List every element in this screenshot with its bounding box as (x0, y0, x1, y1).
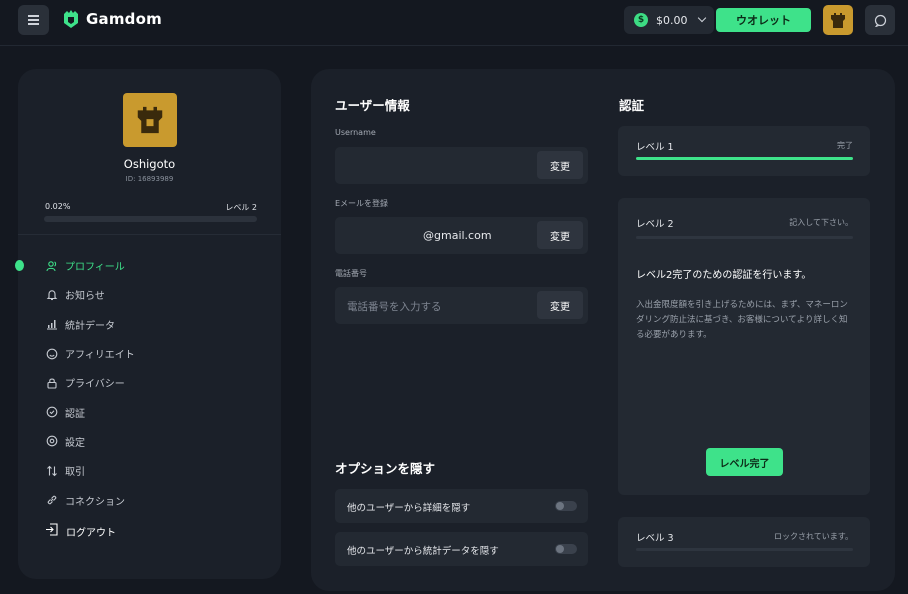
avatar[interactable] (823, 5, 853, 35)
option-hide-stats: 他のユーザーから統計データを隠す (335, 532, 588, 566)
lock-icon (45, 376, 58, 389)
user-info-title: ユーザー情報 (335, 98, 410, 113)
chevron-down-icon (697, 13, 707, 23)
hide-stats-toggle[interactable] (555, 544, 577, 554)
email-field[interactable]: @gmail.com 変更 (335, 217, 588, 254)
complete-level-button[interactable]: レベル完了 (706, 448, 783, 476)
verification-title: 認証 (619, 98, 645, 113)
level-progress-bar (44, 216, 257, 222)
level-2-description: 入出金限度額を引き上げるためには、まず、マネーロンダリング防止法に基づき、お客様… (636, 300, 848, 340)
logout-icon (45, 523, 59, 539)
level-1-status: 完了 (837, 141, 853, 150)
nav-label: 認証 (65, 408, 85, 420)
profile-username: Oshigoto (123, 157, 176, 171)
nav-label: プライバシー (65, 379, 125, 391)
nav-label: プロフィール (65, 262, 125, 274)
level-3-status: ロックされています。 (774, 532, 853, 541)
stats-icon (45, 318, 58, 331)
brand-logo[interactable]: Gamdom (63, 9, 162, 29)
verify-icon (45, 406, 58, 419)
nav-label: コネクション (65, 496, 125, 508)
profile-sidebar: Oshigoto ID: 16893989 0.02% レベル 2 プロフィール… (15, 69, 281, 579)
link-icon (45, 494, 58, 507)
phone-placeholder: 電話番号を入力する (347, 301, 442, 313)
nav-label: 取引 (65, 467, 85, 479)
level-2-card: レベル 2 記入して下さい。 レベル2完了のための認証を行います。 入出金限度額… (618, 198, 870, 495)
toggle-knob (556, 545, 564, 553)
change-phone-button[interactable]: 変更 (537, 291, 583, 319)
gear-icon (45, 435, 58, 448)
wallet-button[interactable]: ウオレット (716, 8, 811, 32)
menu-icon (28, 15, 39, 17)
menu-button[interactable] (18, 5, 49, 35)
castle-icon (831, 12, 845, 28)
level-1-name: レベル 1 (636, 142, 674, 153)
profile-avatar (123, 93, 177, 147)
options-title: オプションを隠す (335, 461, 436, 476)
user-icon (45, 259, 58, 272)
email-label: Eメールを登録 (335, 199, 389, 208)
smile-icon (45, 347, 58, 360)
level-2-progress-bar (636, 236, 853, 239)
username-field[interactable]: 変更 (335, 147, 588, 184)
nav-item-affiliate[interactable]: アフィリエイト (18, 339, 281, 368)
level-3-card: レベル 3 ロックされています。 (618, 517, 870, 567)
logout-button[interactable]: ログアウト (45, 523, 116, 539)
profile-main-panel: ユーザー情報 Username 変更 Eメールを登録 @gmail.com 変更… (311, 69, 895, 591)
active-indicator (15, 260, 24, 271)
logout-label: ログアウト (66, 527, 116, 539)
level-label: レベル 2 (225, 203, 257, 212)
level-1-card: レベル 1 完了 (618, 126, 870, 176)
nav-item-verification[interactable]: 認証 (18, 397, 281, 426)
level-2-name: レベル 2 (636, 219, 674, 230)
chat-icon (874, 14, 886, 27)
level-1-progress-fill (636, 157, 853, 160)
toggle-knob (556, 502, 564, 510)
nav-item-privacy[interactable]: プライバシー (18, 368, 281, 397)
level-3-progress-bar (636, 548, 853, 551)
menu-icon-line (28, 23, 39, 25)
nav-item-settings[interactable]: 設定 (18, 427, 281, 456)
transfer-icon (45, 464, 58, 477)
balance-amount: $0.00 (656, 13, 688, 27)
castle-icon (137, 106, 163, 134)
nav-item-notifications[interactable]: お知らせ (18, 280, 281, 309)
email-value: @gmail.com (423, 229, 492, 242)
chat-button[interactable] (865, 5, 895, 35)
level-3-name: レベル 3 (636, 533, 674, 544)
nav-item-profile[interactable]: プロフィール (15, 251, 281, 280)
profile-user-id: ID: 16893989 (125, 175, 174, 183)
menu-icon-line (28, 19, 39, 21)
nav-item-transactions[interactable]: 取引 (18, 456, 281, 485)
nav-label: 設定 (65, 437, 85, 449)
nav-item-stats[interactable]: 統計データ (18, 310, 281, 339)
level-2-status: 記入して下さい。 (789, 218, 853, 227)
level-progress-percent: 0.02% (45, 202, 71, 211)
phone-field[interactable]: 電話番号を入力する 変更 (335, 287, 588, 324)
phone-label: 電話番号 (335, 269, 367, 278)
top-bar: Gamdom $ $0.00 ウオレット (0, 0, 908, 46)
level-1-progress-bar (636, 157, 853, 160)
nav-label: お知らせ (65, 291, 105, 303)
nav-label: アフィリエイト (65, 350, 135, 362)
profile-nav: プロフィール お知らせ 統計データ アフィリエイト プライバシー 認証 設定 取… (15, 251, 281, 515)
nav-label: 統計データ (65, 320, 115, 332)
option-label: 他のユーザーから統計データを隠す (347, 546, 499, 557)
option-hide-details: 他のユーザーから詳細を隠す (335, 489, 588, 523)
username-label: Username (335, 128, 376, 137)
option-label: 他のユーザーから詳細を隠す (347, 503, 471, 514)
level-2-heading: レベル2完了のための認証を行います。 (636, 270, 812, 281)
change-email-button[interactable]: 変更 (537, 221, 583, 249)
coin-icon: $ (634, 13, 648, 27)
bell-icon (45, 288, 58, 301)
gamdom-logo-icon (64, 10, 78, 28)
hide-details-toggle[interactable] (555, 501, 577, 511)
nav-item-connections[interactable]: コネクション (18, 485, 281, 514)
change-username-button[interactable]: 変更 (537, 151, 583, 179)
brand-name: Gamdom (86, 10, 162, 28)
balance-dropdown[interactable]: $ $0.00 (624, 6, 714, 34)
divider (18, 234, 281, 235)
